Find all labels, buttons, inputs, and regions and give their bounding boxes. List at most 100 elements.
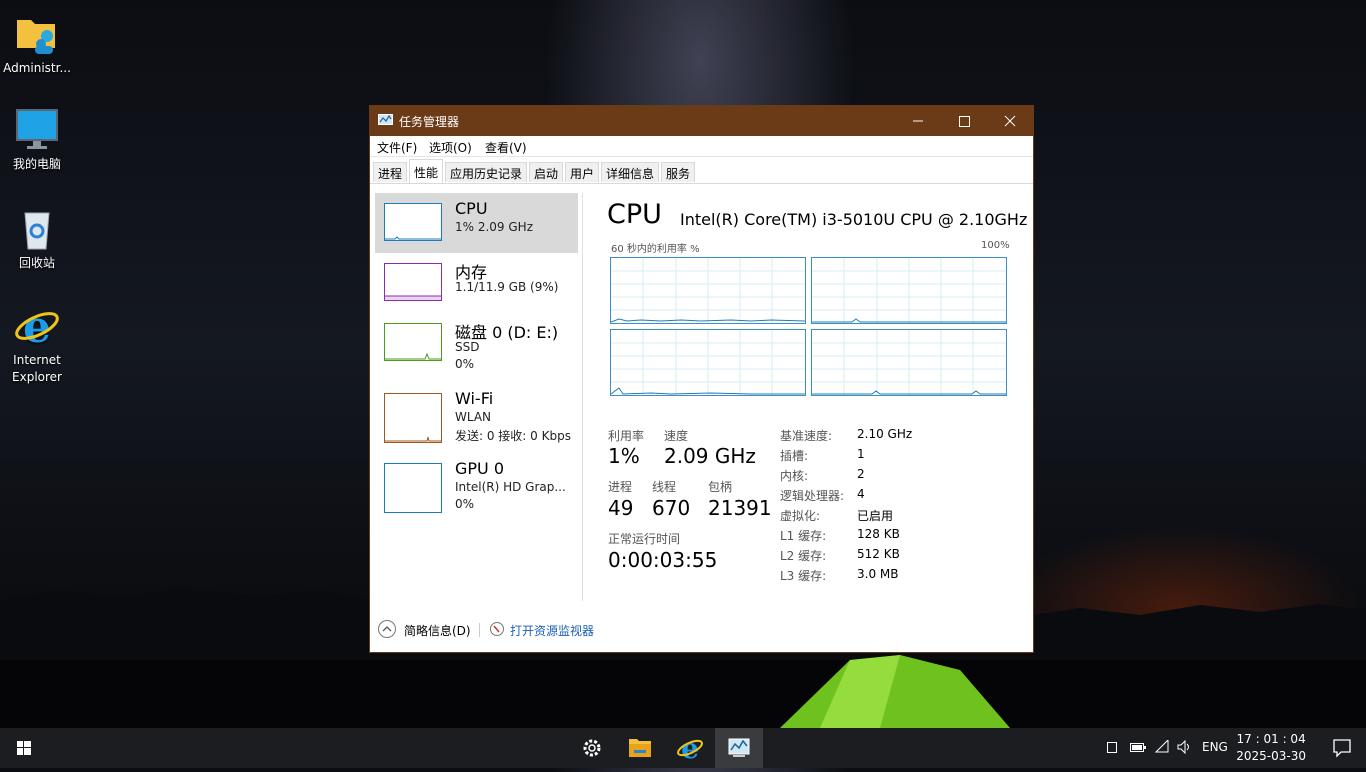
- network-icon[interactable]: [1154, 738, 1170, 757]
- detail-key: 虚拟化:: [780, 509, 821, 523]
- clock[interactable]: 17 : 01 : 04 2025-03-30: [1236, 731, 1306, 765]
- svg-text:e: e: [681, 732, 699, 765]
- computer-icon: [13, 106, 61, 154]
- uptime-value: 0:00:03:55: [608, 548, 718, 572]
- process-label: 进程: [608, 480, 633, 494]
- detail-key: L1 缓存:: [780, 529, 827, 543]
- title-bar[interactable]: 任务管理器: [370, 106, 1033, 136]
- detail-key: 基准速度:: [780, 429, 833, 443]
- resource-item-gpu[interactable]: GPU 0 Intel(R) HD Grap... 0%: [375, 453, 578, 513]
- taskbar: e ENG 17 : 01 : 04 2025-03-30: [0, 728, 1366, 768]
- minimize-button[interactable]: [895, 106, 941, 136]
- resource-name: GPU 0: [455, 459, 505, 478]
- cpu-graph-core-2: [610, 329, 806, 396]
- settings-icon[interactable]: [568, 728, 616, 768]
- resource-name: Wi-Fi: [455, 389, 494, 408]
- resource-thumbnail: [384, 393, 442, 443]
- cpu-graph-core-1: [811, 257, 1007, 324]
- resource-detail: 1% 2.09 GHz: [455, 220, 534, 234]
- desktop-icon-label: Administr...: [3, 61, 71, 75]
- resource-usage: 发送: 0 接收: 0 Kbps: [455, 429, 571, 443]
- resource-thumbnail: [384, 263, 442, 301]
- tab-processes[interactable]: 进程: [373, 162, 408, 182]
- internet-explorer-icon[interactable]: e: [666, 728, 714, 768]
- graph-label: 60 秒内的利用率 %: [611, 244, 700, 255]
- collapse-chevron-icon[interactable]: [378, 620, 396, 638]
- detail-key: L3 缓存:: [780, 569, 827, 583]
- resource-detail: SSD: [455, 340, 480, 354]
- detail-key: 内核:: [780, 469, 809, 483]
- file-explorer-icon[interactable]: [616, 728, 664, 768]
- maximize-button[interactable]: [941, 106, 987, 136]
- resource-monitor-icon: [489, 621, 505, 637]
- battery-icon[interactable]: [1129, 740, 1147, 757]
- menu-bar: 文件(F) 选项(O) 查看(V): [370, 136, 1033, 157]
- task-manager-window: 任务管理器 文件(F) 选项(O) 查看(V) 进程 性能 应用历史记录 启动 …: [369, 105, 1034, 653]
- detail-value: 已启用: [857, 509, 894, 523]
- resource-detail: 1.1/11.9 GB (9%): [455, 280, 559, 294]
- detail-value: 1: [857, 447, 865, 461]
- menu-file[interactable]: 文件(F): [377, 139, 417, 156]
- graph-max: 100%: [981, 240, 1010, 251]
- tab-app-history[interactable]: 应用历史记录: [445, 162, 528, 182]
- cpu-model: Intel(R) Core(TM) i3-5010U CPU @ 2.10GHz: [680, 210, 1028, 229]
- detail-key: 插槽:: [780, 449, 809, 463]
- resource-usage: 0%: [455, 357, 475, 371]
- resource-usage: 0%: [455, 497, 475, 511]
- window-title: 任务管理器: [399, 115, 460, 129]
- open-resource-monitor-link[interactable]: 打开资源监视器: [510, 622, 594, 639]
- notification-center-icon[interactable]: [1318, 728, 1366, 768]
- footer-bar: 简略信息(D) 打开资源监视器: [370, 611, 1033, 653]
- task-manager-icon: [378, 114, 393, 127]
- desktop-icon-my-computer[interactable]: 我的电脑: [2, 106, 72, 173]
- util-value: 1%: [608, 444, 640, 468]
- menu-options[interactable]: 选项(O): [429, 139, 472, 156]
- detail-key: L2 缓存:: [780, 549, 827, 563]
- svg-text:e: e: [23, 302, 51, 350]
- desktop-icon-label: 回收站: [18, 256, 55, 270]
- resource-item-disk[interactable]: 磁盘 0 (D: E:) SSD 0%: [375, 313, 578, 373]
- handle-value: 21391: [708, 496, 772, 520]
- resource-thumbnail: [384, 323, 442, 361]
- menu-view[interactable]: 查看(V): [485, 139, 527, 156]
- clock-date: 2025-03-30: [1236, 749, 1306, 763]
- user-folder-icon: [13, 10, 61, 58]
- process-value: 49: [608, 496, 634, 520]
- detail-value: 2: [857, 467, 865, 481]
- desktop-icon-recycle-bin[interactable]: 回收站: [2, 205, 72, 272]
- desktop-icon-administrator[interactable]: Administr...: [2, 10, 72, 77]
- tray-overflow-icon[interactable]: [1106, 740, 1118, 757]
- resource-item-cpu[interactable]: CPU 1% 2.09 GHz: [375, 193, 578, 253]
- language-indicator[interactable]: ENG: [1202, 740, 1228, 754]
- resource-item-memory[interactable]: 内存 1.1/11.9 GB (9%): [375, 253, 578, 313]
- task-manager-icon[interactable]: [715, 728, 763, 768]
- detail-value: 2.10 GHz: [857, 427, 913, 441]
- resource-name: CPU: [455, 199, 488, 218]
- uptime-label: 正常运行时间: [608, 532, 681, 546]
- footer-divider: [479, 623, 480, 637]
- detail-value: 128 KB: [857, 527, 900, 541]
- detail-value: 512 KB: [857, 547, 900, 561]
- tab-services[interactable]: 服务: [661, 162, 696, 182]
- resource-list: CPU 1% 2.09 GHz 内存 1.1/11.9 GB (9%) 磁盘 0…: [370, 183, 582, 593]
- tab-startup[interactable]: 启动: [529, 162, 564, 182]
- tab-performance[interactable]: 性能: [409, 159, 444, 183]
- resource-item-wifi[interactable]: Wi-Fi WLAN 发送: 0 接收: 0 Kbps: [375, 383, 578, 443]
- fewer-details-button[interactable]: 简略信息(D): [404, 622, 471, 639]
- resource-detail: Intel(R) HD Grap...: [455, 480, 566, 494]
- volume-icon[interactable]: [1176, 739, 1194, 757]
- close-button[interactable]: [987, 106, 1033, 136]
- tab-users[interactable]: 用户: [565, 162, 600, 182]
- desktop-icon-internet-explorer[interactable]: e Internet Explorer: [2, 302, 72, 386]
- thread-value: 670: [652, 496, 691, 520]
- cpu-graph-core-3: [811, 329, 1007, 396]
- speed-label: 速度: [664, 429, 689, 443]
- detail-value: 3.0 MB: [857, 567, 899, 581]
- resource-detail: WLAN: [455, 410, 492, 424]
- tab-details[interactable]: 详细信息: [601, 162, 660, 182]
- detail-key: 逻辑处理器:: [780, 489, 845, 503]
- start-button[interactable]: [0, 728, 48, 768]
- tab-strip: 进程 性能 应用历史记录 启动 用户 详细信息 服务: [370, 157, 1033, 184]
- panel-divider: [582, 193, 583, 601]
- resource-thumbnail: [384, 463, 442, 513]
